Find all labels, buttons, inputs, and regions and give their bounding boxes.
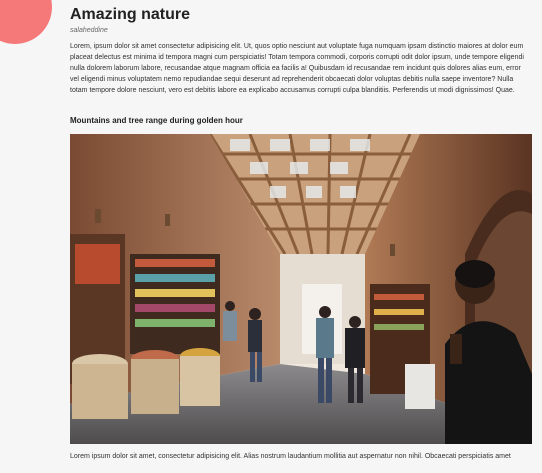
- article-body: Lorem, ipsum dolor sit amet consectetur …: [70, 43, 524, 94]
- section-heading: Mountains and tree range during golden h…: [70, 116, 243, 125]
- article-photo: [70, 134, 532, 444]
- article-title: Amazing nature: [70, 6, 191, 23]
- market-street-image: [70, 134, 532, 444]
- menu-button[interactable]: [0, 0, 52, 44]
- article-author: salaheddine: [70, 27, 108, 34]
- photo-caption: Lorem ipsum dolor sit amet, consectetur …: [70, 453, 511, 460]
